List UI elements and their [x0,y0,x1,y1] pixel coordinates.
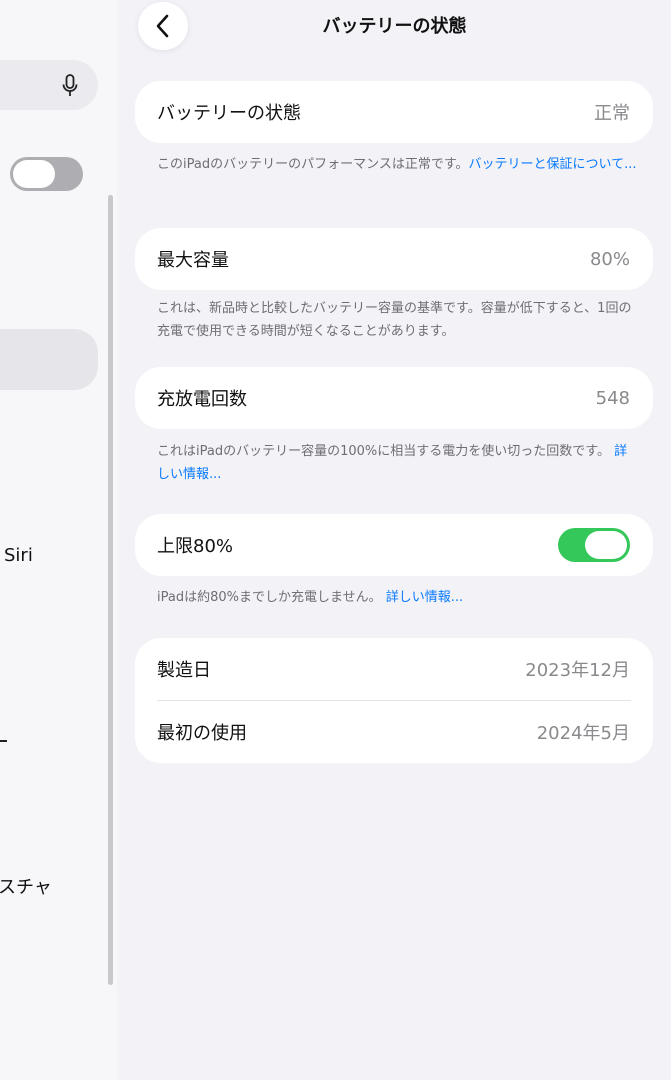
battery-health-card: バッテリーの状態 正常 [135,81,653,143]
battery-health-footnote: このiPadのバッテリーのパフォーマンスは正常です。バッテリーと保証について..… [157,153,637,176]
charge-limit-footnote: iPadは約80%までしか充電しません。 詳しい情報... [157,586,637,609]
first-use-row: 最初の使用 2024年5月 [135,701,653,763]
sidebar-scrollbar[interactable] [108,195,113,985]
cycle-count-note: これはiPadのバッテリー容量の100%に相当する電力を使い切った回数です。 [157,444,610,459]
sidebar-item-siri[interactable]: Siri [4,545,33,566]
sidebar-item-selected[interactable] [0,329,98,390]
charge-limit-card: 上限80% [135,514,653,576]
first-use-label: 最初の使用 [157,723,247,744]
first-use-value: 2024年5月 [536,723,630,744]
sidebar-item-fragment[interactable] [0,740,7,742]
max-capacity-card: 最大容量 80% [135,228,653,290]
battery-health-value: 正常 [594,103,630,124]
sidebar-item-gesture[interactable]: スチャ [0,873,52,899]
charge-limit-toggle[interactable] [558,528,630,562]
max-capacity-label: 最大容量 [157,250,229,271]
microphone-icon[interactable] [62,74,78,98]
cycle-count-card: 充放電回数 548 [135,367,653,429]
sidebar-toggle[interactable] [10,157,83,191]
sidebar: Siri スチャ [0,0,117,1080]
charge-limit-note: iPadは約80%までしか充電しません。 [157,590,382,605]
charge-limit-toggle-knob [585,531,627,559]
manufacture-date-value: 2023年12月 [525,660,630,681]
sidebar-search-field[interactable] [0,60,98,110]
battery-health-row: バッテリーの状態 正常 [135,81,653,143]
battery-warranty-link[interactable]: バッテリーと保証について... [469,157,637,172]
battery-health-note: このiPadのバッテリーのパフォーマンスは正常です。 [157,157,469,172]
max-capacity-note: これは、新品時と比較したバッテリー容量の基準です。容量が低下すると、1回の充電で… [157,301,632,339]
charge-limit-label: 上限80% [157,536,234,557]
max-capacity-footnote: これは、新品時と比較したバッテリー容量の基準です。容量が低下すると、1回の充電で… [157,297,637,343]
cycle-count-row: 充放電回数 548 [135,367,653,429]
cycle-count-footnote: これはiPadのバッテリー容量の100%に相当する電力を使い切った回数です。 詳… [157,440,637,486]
charge-limit-row: 上限80% [135,514,653,576]
cycle-count-value: 548 [595,387,630,409]
manufacture-date-row: 製造日 2023年12月 [135,638,653,700]
manufacture-date-label: 製造日 [157,660,211,681]
dates-card: 製造日 2023年12月 最初の使用 2024年5月 [135,638,653,763]
sidebar-toggle-knob [13,160,55,188]
cycle-count-label: 充放電回数 [157,389,247,410]
max-capacity-value: 80% [589,248,630,270]
battery-health-label: バッテリーの状態 [157,103,301,124]
max-capacity-row: 最大容量 80% [135,228,653,290]
page-title: バッテリーの状態 [322,16,467,37]
charge-limit-more-link[interactable]: 詳しい情報... [386,590,463,605]
